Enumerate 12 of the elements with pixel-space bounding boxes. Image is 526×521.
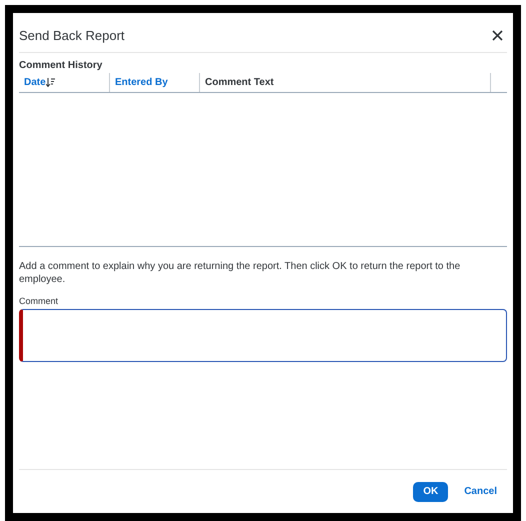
column-header: Comment Text xyxy=(199,73,490,92)
field-label: Comment xyxy=(19,296,60,307)
dialog-title: Send Back Report xyxy=(19,26,125,45)
cancel-button[interactable]: Cancel xyxy=(458,482,503,502)
close-icon xyxy=(492,30,502,41)
sort-descending-icon xyxy=(46,78,55,87)
ok-button[interactable]: OK xyxy=(413,482,448,502)
comment-field[interactable] xyxy=(19,309,507,362)
instruction-text: Add a comment to explain why you are returning the report. Then click OK to return the report to the employee. xyxy=(19,260,462,286)
section-title: Comment History xyxy=(19,60,104,72)
column-header[interactable]: Date xyxy=(19,73,109,92)
column-header[interactable]: Entered By xyxy=(109,73,199,92)
